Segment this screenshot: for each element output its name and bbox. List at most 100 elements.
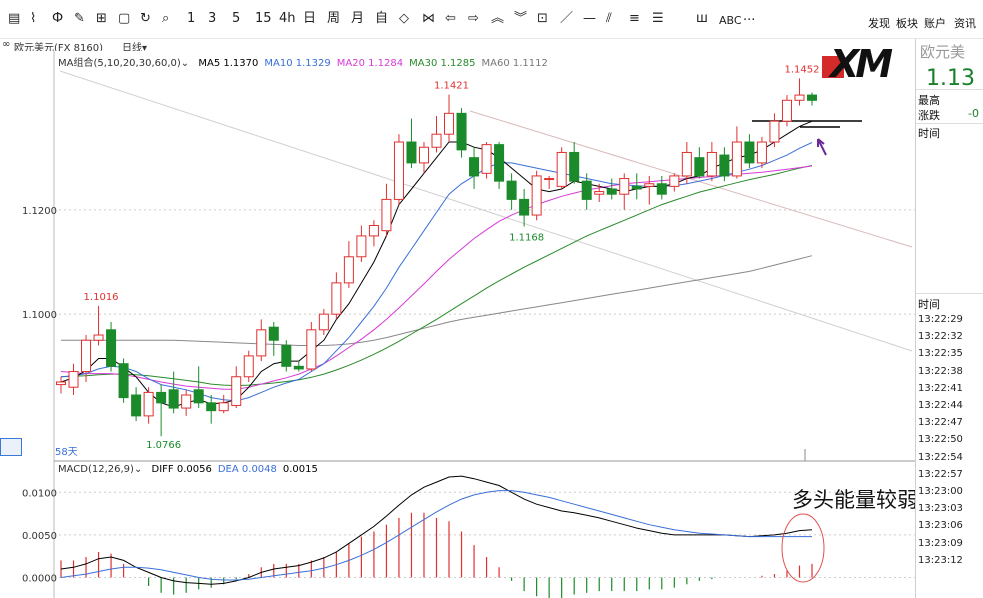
candle-down <box>519 198 530 216</box>
candle-up <box>218 402 229 412</box>
candle-up <box>368 224 379 237</box>
bowtie-icon[interactable]: ⋈ <box>422 12 435 26</box>
arrow-right-icon[interactable]: ⇨ <box>468 12 479 26</box>
ma-legend: MA组合(5,10,20,30,60,0)⌄ MA5 1.1370 MA10 1.… <box>58 54 548 69</box>
ma-legend-item: MA30 1.1285 <box>409 58 476 69</box>
abc-tool-button[interactable]: ABC <box>719 14 742 27</box>
save-icon[interactable]: ▢ <box>118 12 130 26</box>
candle-up <box>619 178 630 195</box>
tick-time: 13:22:57 <box>918 468 963 480</box>
period-月-button[interactable]: 月 <box>351 12 364 26</box>
macd-group-label[interactable]: MACD(12,26,9) <box>58 464 134 475</box>
candle-up <box>181 394 192 409</box>
candle-up <box>431 133 442 148</box>
edit-chart-icon[interactable]: ✎ <box>74 12 85 26</box>
time-header: 时间 <box>918 127 940 140</box>
menu-3[interactable]: 资讯 <box>954 15 976 31</box>
candle-down <box>581 180 592 200</box>
candle-down <box>719 154 730 177</box>
menu-1[interactable]: 板块 <box>896 15 918 31</box>
fib-icon[interactable]: ≡ <box>629 12 640 26</box>
line-chart-icon[interactable]: ⌇ <box>30 12 36 26</box>
candle-up <box>55 381 67 386</box>
period-15-button[interactable]: 15 <box>255 12 272 26</box>
candle-down <box>456 112 467 151</box>
candle-down <box>494 144 505 182</box>
chevron-up-icon[interactable]: ︽ <box>491 12 504 26</box>
macd-legend-item: DEA 0.0048 <box>217 464 277 475</box>
quote-panel: 欧元美 1.13 最高 涨跌 -0 时间 时间 13:22:29 13:22:32… <box>915 39 983 598</box>
price-axis-label: 1.1200 <box>22 206 57 217</box>
volume-bars-icon[interactable]: ш <box>696 12 708 26</box>
tick-time: 13:22:32 <box>918 331 963 343</box>
menu-grid-icon[interactable]: ▤ <box>8 12 20 26</box>
parallel-tool-icon[interactable]: ⫽ <box>606 12 612 26</box>
layout-icon[interactable]: ⊞ <box>96 12 107 26</box>
xm-logo: XM <box>820 42 912 88</box>
more-button[interactable]: ··· <box>743 14 755 28</box>
candle-icon[interactable]: Ф <box>52 12 63 26</box>
candle-up <box>343 256 354 284</box>
side-panel-toggle[interactable] <box>0 438 22 456</box>
candle-down <box>193 389 204 404</box>
refresh-icon[interactable]: ↻ <box>140 12 151 26</box>
draw-ellipse-icon[interactable]: ◇ <box>399 12 409 26</box>
candle-up <box>594 191 605 195</box>
menu-2[interactable]: 账户 <box>924 15 946 31</box>
candle-up <box>794 94 805 101</box>
candle-down <box>281 344 292 367</box>
ma-group-label[interactable]: MA组合(5,10,20,30,60,0) <box>58 58 181 69</box>
candle-up <box>393 141 404 200</box>
channel-icon[interactable]: ☰ <box>652 12 664 26</box>
candle-down <box>268 326 279 341</box>
zoom-icon[interactable]: ⌕ <box>162 12 169 26</box>
crosshair-icon[interactable]: ⊡ <box>537 12 548 26</box>
period-周-button[interactable]: 周 <box>327 12 340 26</box>
candle-down <box>806 94 818 101</box>
candle-down <box>293 365 304 370</box>
period-1-button[interactable]: 1 <box>187 12 195 26</box>
macd-axis-label: 0.0100 <box>22 488 57 499</box>
macd-axis-label: 0.0050 <box>22 531 57 542</box>
days-label: 58天 <box>55 447 78 458</box>
link-icon[interactable]: ∞ <box>2 39 10 50</box>
candle-down <box>206 402 217 412</box>
price-chart[interactable]: 1.1200 1.1000 0.0100 0.0050 0.0000 1.1421 1.1… <box>0 51 915 598</box>
candle-up <box>243 355 254 378</box>
candle-up <box>356 235 367 258</box>
chevron-down-icon[interactable]: ⌄ <box>134 464 142 475</box>
tick-time: 13:23:03 <box>918 503 963 515</box>
macd-legend-item: DIFF 0.0056 <box>151 464 212 475</box>
toolbar: ▤ ⌇ Ф ✎ ⊞ ▢ ↻ ⌕ 1 3 5 15 4h 日周月自 ◇ ⋈ ⇦ ⇨ ︽ ︾ ⊡ ／ — ⫽ ≡ ☰ ш ABC ·… <box>0 0 983 39</box>
period-4h-button[interactable]: 4h <box>279 12 296 26</box>
chevron-down-icon[interactable]: ︾ <box>514 12 527 26</box>
candle-down <box>118 363 129 399</box>
candle-down <box>131 394 142 417</box>
candle-down <box>694 157 705 177</box>
period-日-button[interactable]: 日 <box>303 12 316 26</box>
tick-time: 13:22:35 <box>918 348 963 360</box>
candle-up <box>544 178 555 181</box>
tick-time: 13:22:44 <box>918 400 963 411</box>
period-自-button[interactable]: 自 <box>375 12 388 26</box>
line-tool-icon[interactable]: ／ <box>560 12 573 26</box>
candle-up <box>769 120 780 143</box>
candle-down <box>106 329 117 367</box>
period-3-button[interactable]: 3 <box>208 12 216 26</box>
candle-up <box>556 151 567 187</box>
candle-up <box>318 313 329 331</box>
candle-up <box>706 151 717 177</box>
candle-up <box>481 144 492 174</box>
arrow-left-icon[interactable]: ⇦ <box>445 12 456 26</box>
hline-tool-icon[interactable]: — <box>583 12 596 26</box>
macd-axis-label: 0.0000 <box>22 573 57 584</box>
change-value: -0 <box>968 107 979 120</box>
period-5-button[interactable]: 5 <box>232 12 240 26</box>
change-label: 涨跌 <box>918 109 940 122</box>
tick-time: 13:22:41 <box>918 382 963 394</box>
menu-0[interactable]: 发现 <box>868 15 890 31</box>
quote-price: 1.13 <box>926 66 975 91</box>
candle-up <box>669 175 680 187</box>
chevron-down-icon[interactable]: ⌄ <box>181 58 189 69</box>
tick-time: 13:23:00 <box>918 486 963 497</box>
